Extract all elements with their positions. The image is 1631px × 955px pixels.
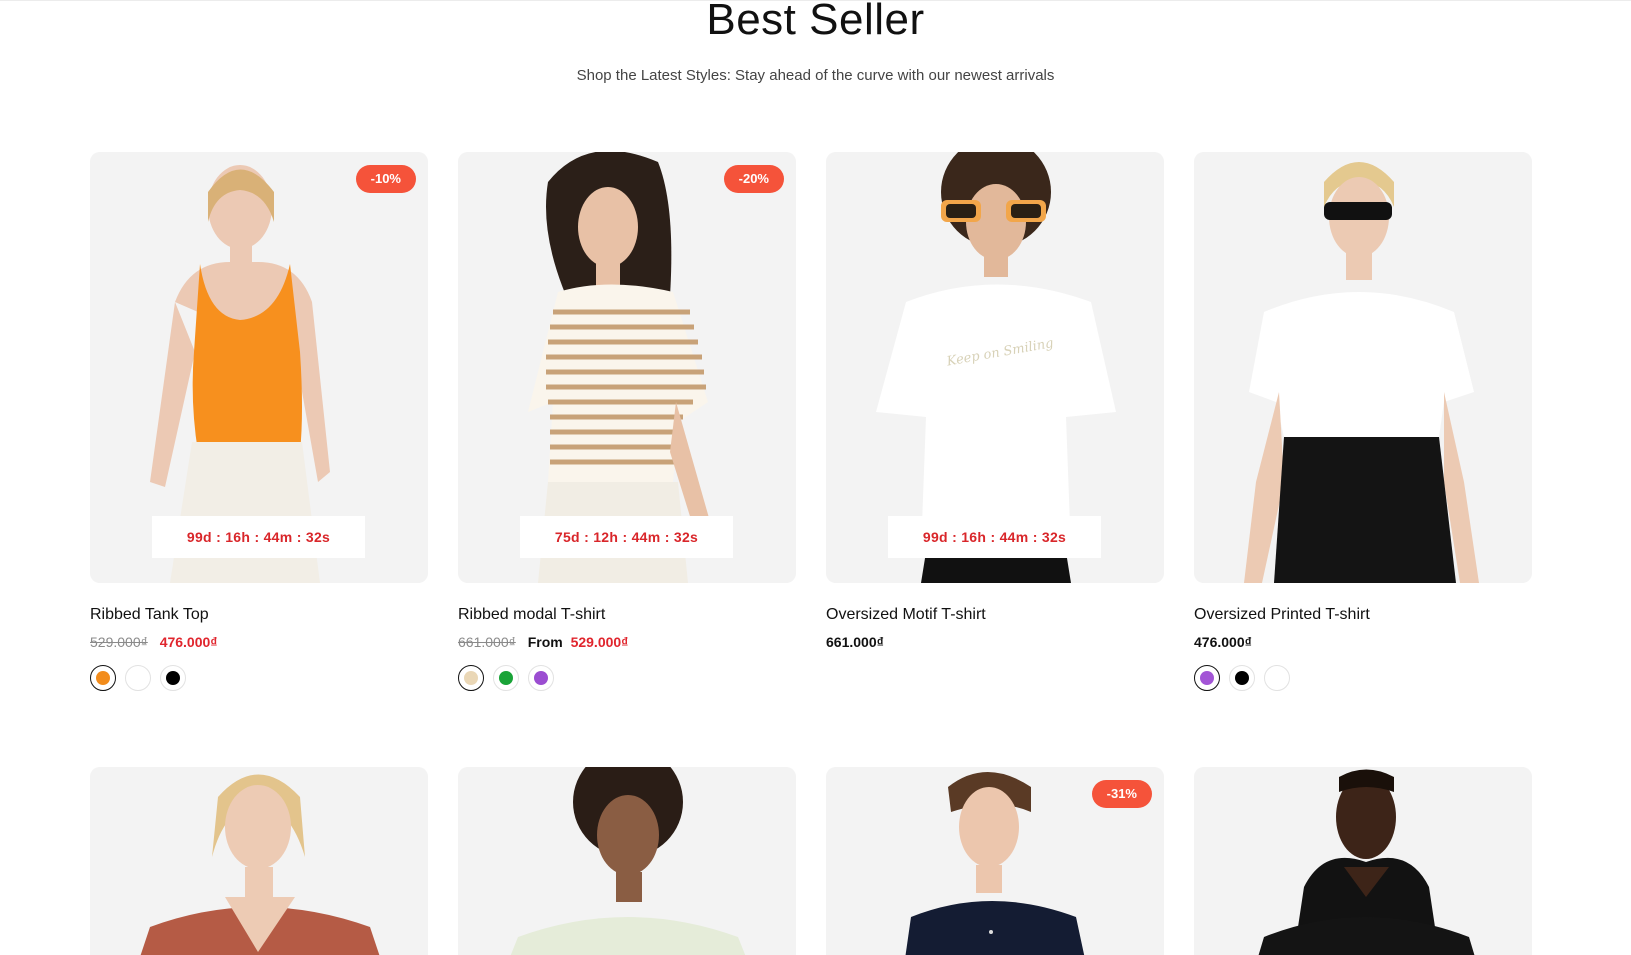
color-swatch-green[interactable] (493, 665, 519, 691)
discount-badge: -20% (723, 165, 784, 193)
color-swatches (1194, 665, 1532, 691)
product-card[interactable]: -31% (826, 767, 1164, 955)
product-image[interactable]: -10% 99d : 16h : 44m : 32s (90, 152, 428, 583)
color-swatch-black[interactable] (160, 665, 186, 691)
product-image[interactable]: -20% 75d : 12h : 44m : 32s (458, 152, 796, 583)
product-name[interactable]: Oversized Printed T-shirt (1194, 605, 1532, 625)
price-row: 476.000₫ (1194, 633, 1532, 651)
color-swatch-black[interactable] (1229, 665, 1255, 691)
product-name[interactable]: Ribbed modal T-shirt (458, 605, 796, 625)
price: 661.000₫ (826, 634, 884, 650)
model-photo-mint-sweatshirt (458, 767, 796, 955)
original-price: 661.000₫ (458, 634, 516, 650)
model-photo-printed-tee (1194, 152, 1532, 583)
product-image[interactable]: -31% (826, 767, 1164, 955)
model-photo-rust-vneck (90, 767, 428, 955)
product-image[interactable] (90, 767, 428, 955)
discount-badge: -10% (355, 165, 416, 193)
product-image[interactable] (458, 767, 796, 955)
product-name[interactable]: Oversized Motif T-shirt (826, 605, 1164, 625)
original-price: 529.000₫ (90, 634, 148, 650)
product-image[interactable] (1194, 152, 1532, 583)
color-swatch-white[interactable] (1264, 665, 1290, 691)
section-subtitle: Shop the Latest Styles: Stay ahead of th… (576, 67, 1055, 84)
color-swatches (90, 665, 428, 691)
color-swatch-white[interactable] (125, 665, 151, 691)
color-swatch-beige[interactable] (458, 665, 484, 691)
color-swatch-purple[interactable] (1194, 665, 1220, 691)
product-image[interactable]: Keep on Smiling 99d : 16h : 44m : 32s (826, 152, 1164, 583)
price: 476.000₫ (1194, 634, 1252, 650)
product-card[interactable]: -20% 75d : 12h : 44m : 32s Ribbed modal … (458, 152, 796, 691)
product-card[interactable] (90, 767, 428, 955)
color-swatch-purple[interactable] (528, 665, 554, 691)
price-from-label: From (527, 634, 563, 650)
price-row: 661.000₫ (826, 633, 1164, 651)
product-card[interactable]: Oversized Printed T-shirt 476.000₫ (1194, 152, 1532, 691)
product-card[interactable]: -10% 99d : 16h : 44m : 32s Ribbed Tank T… (90, 152, 428, 691)
product-card[interactable]: Keep on Smiling 99d : 16h : 44m : 32s Ov… (826, 152, 1164, 651)
product-card[interactable] (458, 767, 796, 955)
price-row: 529.000₫ 476.000₫ (90, 633, 428, 651)
model-photo-black-hoodie (1194, 767, 1532, 955)
sale-price: 476.000₫ (159, 634, 218, 650)
product-name[interactable]: Ribbed Tank Top (90, 605, 428, 625)
countdown-timer: 99d : 16h : 44m : 32s (888, 516, 1101, 558)
sale-price: 529.000₫ (570, 634, 629, 650)
product-card[interactable] (1194, 767, 1532, 955)
countdown-timer: 99d : 16h : 44m : 32s (152, 516, 365, 558)
section-title: Best Seller (706, 0, 925, 44)
color-swatches (458, 665, 796, 691)
discount-badge: -31% (1091, 780, 1152, 808)
price-row: 661.000₫ From 529.000₫ (458, 633, 796, 651)
color-swatch-orange[interactable] (90, 665, 116, 691)
product-image[interactable] (1194, 767, 1532, 955)
countdown-timer: 75d : 12h : 44m : 32s (520, 516, 733, 558)
